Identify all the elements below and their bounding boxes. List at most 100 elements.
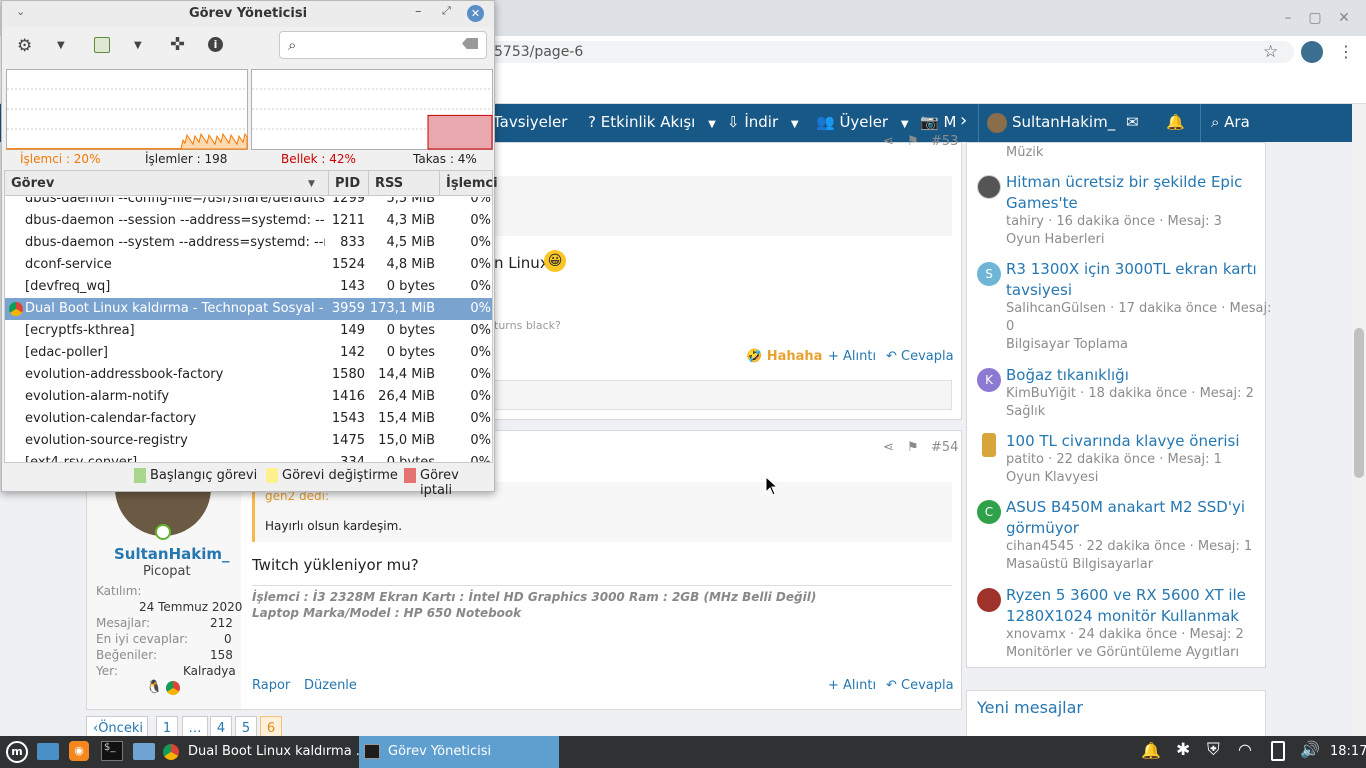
post-53-number[interactable]: #53 xyxy=(931,134,958,149)
process-row[interactable]: evolution-calendar-factory 1543 15,4 MiB 0% xyxy=(5,408,492,430)
thread-avatar[interactable]: C xyxy=(977,500,1001,524)
profile-avatar[interactable] xyxy=(1301,41,1323,63)
files-icon[interactable] xyxy=(133,743,155,760)
nav-username[interactable]: SultanHakim_ xyxy=(1012,113,1115,131)
process-row[interactable]: [edac-poller] 142 0 bytes 0% xyxy=(5,342,492,364)
nav-etkinlik-akisi[interactable]: ? Etkinlik Akışı ▼ xyxy=(588,113,716,131)
info-icon[interactable]: i xyxy=(208,37,223,52)
volume-icon[interactable]: 🔊 xyxy=(1300,740,1320,759)
maximize-button[interactable]: ▢ xyxy=(1305,8,1325,28)
thread-title[interactable]: Games'te xyxy=(1006,193,1078,214)
thread-avatar[interactable] xyxy=(977,175,1001,199)
nav-scroll-right-icon[interactable]: › xyxy=(960,110,967,131)
process-tree-icon[interactable] xyxy=(94,37,110,53)
report-link[interactable]: Rapor xyxy=(252,678,290,693)
shield-icon[interactable]: ⛨ xyxy=(1207,740,1220,760)
post-54-quote-button[interactable]: + Alıntı xyxy=(828,678,876,693)
process-row[interactable]: [ext4-rsv-conver] 334 0 bytes 0% xyxy=(5,452,492,462)
thread-title[interactable]: R3 1300X için 3000TL ekran kartı xyxy=(1006,259,1257,280)
maximize-icon[interactable]: ⤢ xyxy=(442,4,451,18)
author-name[interactable]: SultanHakim_ xyxy=(114,545,230,563)
process-row[interactable]: [ecryptfs-kthrea] 149 0 bytes 0% xyxy=(5,320,492,342)
bookmark-icon[interactable]: ⚑ xyxy=(907,440,919,455)
taskbar-browser-item[interactable]: Dual Boot Linux kaldırma ... xyxy=(159,736,368,768)
nav-tavsiyeler[interactable]: Tavsiyeler xyxy=(493,113,567,131)
column-divider[interactable] xyxy=(439,171,440,196)
process-row[interactable]: dconf-service 1524 4,8 MiB 0% xyxy=(5,254,492,276)
thread-title[interactable]: tavsiyesi xyxy=(1006,280,1072,301)
thread-forum[interactable]: Sağlık xyxy=(1006,404,1045,419)
column-divider[interactable] xyxy=(328,171,329,196)
address-bar[interactable] xyxy=(480,41,1294,63)
thread-title[interactable]: 100 TL civarında klavye önerisi xyxy=(1006,431,1240,452)
taskbar-taskmanager-item[interactable]: Görev Yöneticisi xyxy=(359,736,559,768)
gear-icon[interactable]: ⚙ xyxy=(17,36,32,56)
bell-icon[interactable]: 🔔 xyxy=(1166,113,1185,131)
thread-title[interactable]: ASUS B450M anakart M2 SSD'yi xyxy=(1006,497,1245,518)
thread-avatar[interactable]: S xyxy=(977,262,1001,286)
column-header-task[interactable]: Görev xyxy=(11,176,54,191)
search-input[interactable] xyxy=(279,31,487,59)
chevron-down-icon[interactable]: ▼ xyxy=(57,40,65,51)
thread-forum[interactable]: Bilgisayar Toplama xyxy=(1006,337,1128,352)
thread-forum[interactable]: Oyun Klavyesi xyxy=(1006,470,1098,485)
process-row[interactable]: dbus-daemon --config-file=/usr/share/def… xyxy=(5,197,492,210)
thread-forum[interactable]: Oyun Haberleri xyxy=(1006,232,1104,247)
sort-chevron-icon[interactable]: ▼ xyxy=(308,179,315,189)
page-scrollbar-thumb[interactable] xyxy=(1354,328,1364,478)
mint-menu-icon[interactable]: m xyxy=(6,741,28,763)
thread-forum[interactable]: Masaüstü Bilgisayarlar xyxy=(1006,557,1153,572)
minimize-button[interactable]: – xyxy=(1278,8,1298,28)
thread-avatar[interactable]: K xyxy=(977,368,1001,392)
close-button[interactable]: ✕ xyxy=(1334,8,1354,28)
wifi-icon[interactable]: ◠ xyxy=(1238,740,1252,759)
thread-title[interactable]: görmüyor xyxy=(1006,518,1079,539)
process-row[interactable]: dbus-daemon --session --address=systemd:… xyxy=(5,210,492,232)
process-row[interactable]: [devfreq_wq] 143 0 bytes 0% xyxy=(5,276,492,298)
bluetooth-icon[interactable]: ✱ xyxy=(1176,740,1190,760)
column-header-cpu[interactable]: İşlemci xyxy=(446,176,498,191)
process-row[interactable]: evolution-addressbook-factory 1580 14,4 Mi… xyxy=(5,364,492,386)
thread-avatar[interactable] xyxy=(982,433,996,457)
bookmark-icon[interactable]: ⚑ xyxy=(907,134,919,149)
window-menu-chevron-icon[interactable]: ⌄ xyxy=(16,5,25,18)
column-header-rss[interactable]: RSS xyxy=(375,176,403,191)
close-icon[interactable]: ✕ xyxy=(467,5,484,22)
notifications-icon[interactable]: 🔔 xyxy=(1141,741,1161,760)
envelope-icon[interactable]: ✉ xyxy=(1126,113,1139,131)
chevron-down-icon[interactable]: ▼ xyxy=(134,40,142,51)
thread-title[interactable]: Hitman ücretsiz bir şekilde Epic xyxy=(1006,172,1242,193)
show-desktop-icon[interactable] xyxy=(37,743,59,760)
thread-title[interactable]: Boğaz tıkanıklığı xyxy=(1006,365,1129,386)
share-icon[interactable]: ⋖ xyxy=(883,134,894,149)
nav-indir[interactable]: ⇩ İndir ▼ xyxy=(727,113,799,131)
column-divider[interactable] xyxy=(368,171,369,196)
menu-icon[interactable]: ⋮ xyxy=(1338,42,1354,61)
reaction-hahaha[interactable]: 🤣 Hahaha xyxy=(746,349,822,364)
thread-avatar[interactable] xyxy=(977,588,1001,612)
thread-forum[interactable]: Monitörler ve Görüntüleme Aygıtları xyxy=(1006,645,1239,660)
software-manager-icon[interactable]: ◉ xyxy=(69,741,89,761)
process-row[interactable]: evolution-source-registry 1475 15,0 MiB 0% xyxy=(5,430,492,452)
post-54-number[interactable]: #54 xyxy=(931,440,958,455)
thread-title[interactable]: 1280X1024 monitör Kullanmak xyxy=(1006,606,1239,627)
process-row[interactable]: dbus-daemon --system --address=systemd: … xyxy=(5,232,492,254)
post-53-quote-button[interactable]: + Alıntı xyxy=(828,349,876,364)
process-row[interactable]: evolution-alarm-notify 1416 26,4 MiB 0% xyxy=(5,386,492,408)
process-row[interactable]: Dual Boot Linux kaldırma - Technopat Sos… xyxy=(5,298,492,320)
nav-search[interactable]: ⌕ Ara xyxy=(1211,113,1250,131)
crosshair-icon[interactable]: ✜ xyxy=(170,34,185,55)
minimize-icon[interactable]: – xyxy=(415,4,422,19)
clock[interactable]: 18:17 xyxy=(1330,744,1366,759)
post-54-reply-button[interactable]: ↶ Cevapla xyxy=(886,678,954,693)
process-list-viewport[interactable]: dbus-daemon --config-file=/usr/share/def… xyxy=(5,197,492,462)
top-forum[interactable]: Müzik xyxy=(1006,145,1043,160)
new-posts-title[interactable]: Yeni mesajlar xyxy=(977,698,1083,717)
nav-user-avatar[interactable] xyxy=(987,113,1007,133)
share-icon[interactable]: ⋖ xyxy=(883,440,894,455)
terminal-icon[interactable]: $_ xyxy=(101,741,123,761)
edit-link[interactable]: Düzenle xyxy=(304,678,357,693)
nav-media[interactable]: 📷 M xyxy=(920,113,956,131)
star-icon[interactable]: ☆ xyxy=(1263,42,1278,62)
post-53-reply-button[interactable]: ↶ Cevapla xyxy=(886,349,954,364)
